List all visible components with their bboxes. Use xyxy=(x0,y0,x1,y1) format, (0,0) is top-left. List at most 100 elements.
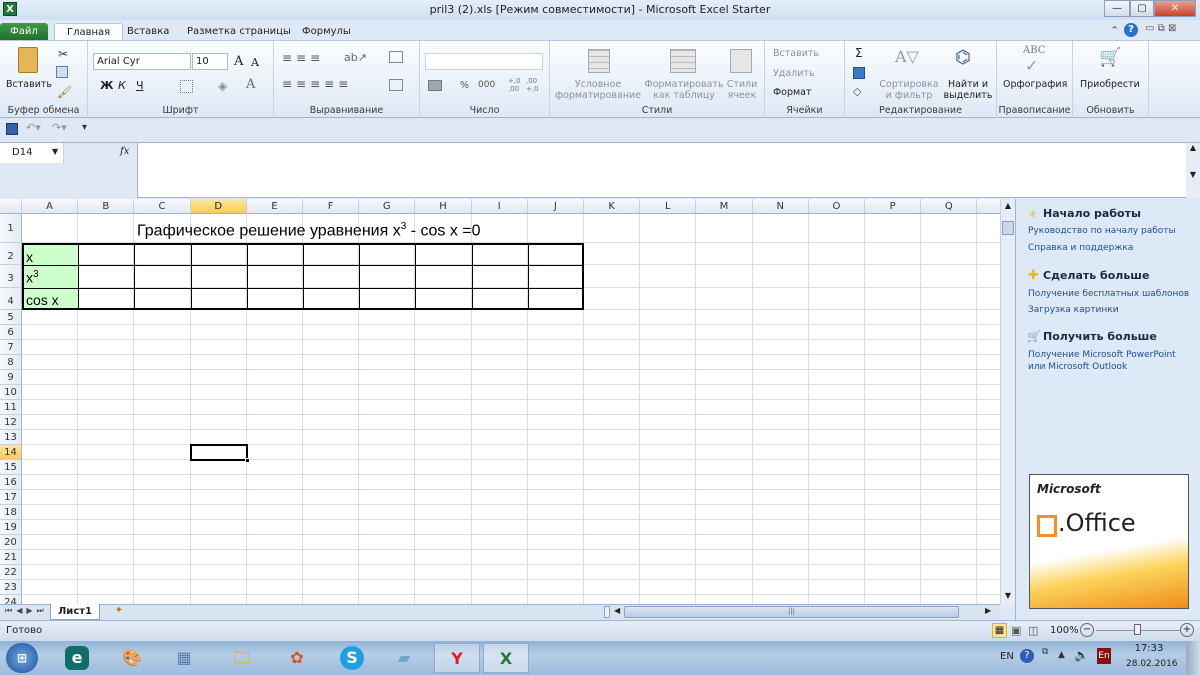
clock-date[interactable]: 28.02.2016 xyxy=(1126,659,1178,669)
shrink-font-button[interactable]: A xyxy=(251,56,259,69)
cell-C1-title[interactable]: Графическое решение уравнения x3 - cos x… xyxy=(137,221,481,240)
vertical-scrollbar[interactable]: ▲ ▼ xyxy=(1000,199,1015,604)
row-header-20[interactable]: 20 xyxy=(0,534,22,550)
fill-icon[interactable] xyxy=(853,67,865,79)
row-header-14[interactable]: 14 xyxy=(0,444,22,460)
network-tray-icon[interactable]: ⧉ xyxy=(1042,647,1048,657)
sort-filter-button[interactable]: Сортировка и фильтр xyxy=(879,79,939,101)
photo-viewer-icon[interactable]: ✿ xyxy=(275,643,319,673)
paste-button[interactable]: Вставить xyxy=(6,79,52,90)
cell-A2[interactable]: x xyxy=(26,249,33,265)
wrap-text-icon[interactable] xyxy=(389,51,403,63)
row-header-6[interactable]: 6 xyxy=(0,324,22,340)
yandex-browser-icon[interactable]: Y xyxy=(434,643,480,673)
show-desktop-button[interactable] xyxy=(1186,641,1200,675)
fill-handle[interactable] xyxy=(245,458,250,463)
paint-icon[interactable]: 🎨 xyxy=(110,643,154,673)
undo-icon[interactable]: ↶▾ xyxy=(26,121,41,134)
font-name-select[interactable]: Arial Cyr xyxy=(93,53,191,70)
cell-A4[interactable]: cos x xyxy=(26,292,59,308)
tab-formulas[interactable]: Формулы xyxy=(290,23,363,41)
row-header-10[interactable]: 10 xyxy=(0,384,22,400)
link-clipart[interactable]: Загрузка картинки xyxy=(1028,304,1119,316)
row-header-12[interactable]: 12 xyxy=(0,414,22,430)
cell-A3[interactable]: x3 xyxy=(26,269,39,286)
tab-home[interactable]: Главная xyxy=(54,23,124,41)
close-button[interactable]: ✕ xyxy=(1154,0,1196,17)
help-icon[interactable]: ? xyxy=(1124,23,1138,37)
cut-icon[interactable]: ✂ xyxy=(58,47,68,61)
volume-icon[interactable]: 🔈 xyxy=(1074,648,1089,662)
scroll-right-icon[interactable]: ▶ xyxy=(985,606,991,615)
row-header-1[interactable]: 1 xyxy=(0,214,22,243)
scroll-up-icon[interactable]: ▲ xyxy=(1002,201,1014,210)
zoom-in-button[interactable]: + xyxy=(1180,623,1194,637)
link-help-support[interactable]: Справка и поддержка xyxy=(1028,242,1133,254)
select-all-corner[interactable] xyxy=(0,199,22,214)
tab-insert[interactable]: Вставка xyxy=(115,23,181,41)
language-indicator[interactable]: EN xyxy=(1000,651,1014,662)
bold-button[interactable]: Ж xyxy=(100,79,113,92)
column-header-L[interactable]: L xyxy=(640,199,697,214)
calculator-icon[interactable]: ▦ xyxy=(162,643,206,673)
zoom-out-button[interactable]: − xyxy=(1080,623,1094,637)
explorer-icon[interactable]: 🗀 xyxy=(220,643,264,673)
row-header-15[interactable]: 15 xyxy=(0,459,22,475)
row-header-24[interactable]: 24 xyxy=(0,594,22,604)
show-hidden-icons[interactable]: ▲ xyxy=(1058,650,1065,660)
underline-button[interactable]: Ч xyxy=(136,79,144,92)
decrease-decimal-button[interactable]: ,00 +,0 xyxy=(526,77,540,93)
tab-file[interactable]: Файл xyxy=(0,23,48,41)
name-box-dropdown-icon[interactable]: ▼ xyxy=(52,147,58,156)
column-header-A[interactable]: A xyxy=(22,199,79,214)
cell-styles-button[interactable]: Стили ячеек xyxy=(722,79,762,101)
font-size-select[interactable]: 10 xyxy=(192,53,228,70)
column-header-P[interactable]: P xyxy=(865,199,922,214)
tab-page-layout[interactable]: Разметка страницы xyxy=(175,23,303,41)
number-format-select[interactable] xyxy=(425,53,543,70)
fill-color-icon[interactable]: ◈ xyxy=(218,79,227,93)
save-icon[interactable] xyxy=(6,123,18,135)
column-header-J[interactable]: J xyxy=(527,199,584,214)
vertical-align-icons[interactable]: ≡≡≡ xyxy=(282,51,324,65)
insert-cells-button[interactable]: Вставить xyxy=(773,48,819,59)
zoom-level[interactable]: 100% xyxy=(1050,625,1079,636)
active-cell-D14[interactable] xyxy=(190,444,248,461)
column-header-F[interactable]: F xyxy=(303,199,360,214)
link-get-powerpoint-outlook[interactable]: Получение Microsoft PowerPoint или Micro… xyxy=(1028,349,1193,373)
column-header-G[interactable]: G xyxy=(359,199,416,214)
formula-bar-expand-scroll[interactable]: ▲ ▼ xyxy=(1186,143,1200,198)
spreadsheet-grid[interactable]: ABCDEFGHIJKLMNOPQ 1 2 3 4 5 6 7 8 9 10 11 12 13 14 15 1… xyxy=(0,199,1000,604)
normal-view-icon[interactable]: ▦ xyxy=(992,623,1007,638)
link-getting-started[interactable]: Руководство по началу работы xyxy=(1028,225,1176,237)
find-select-button[interactable]: Найти и выделить xyxy=(941,79,995,101)
autosum-button[interactable]: Σ xyxy=(855,46,863,60)
column-header-O[interactable]: O xyxy=(808,199,865,214)
skype-icon[interactable]: S xyxy=(330,643,374,673)
workbook-window-controls-icon[interactable]: ▭ ⧉ ⊠ xyxy=(1145,23,1176,34)
format-painter-icon[interactable]: 🖌 xyxy=(57,85,72,99)
column-header-partial[interactable] xyxy=(977,199,1000,214)
insert-function-button[interactable]: fx xyxy=(120,146,129,157)
scroll-down-icon[interactable]: ▼ xyxy=(1002,591,1014,600)
row-header-21[interactable]: 21 xyxy=(0,549,22,565)
column-header-E[interactable]: E xyxy=(246,199,303,214)
column-header-I[interactable]: I xyxy=(471,199,528,214)
thousands-button[interactable]: 000 xyxy=(478,80,495,90)
keyboard-layout-icon[interactable]: En xyxy=(1097,648,1111,664)
merge-cells-icon[interactable] xyxy=(389,79,403,91)
notepad-icon[interactable]: ▰ xyxy=(382,643,426,673)
excel-taskbar-icon[interactable]: X xyxy=(483,643,529,673)
column-header-C[interactable]: C xyxy=(134,199,191,214)
row-header-11[interactable]: 11 xyxy=(0,399,22,415)
customize-toolbar-icon[interactable]: ▾ xyxy=(82,122,87,133)
row-header-8[interactable]: 8 xyxy=(0,354,22,370)
currency-icon[interactable] xyxy=(428,80,442,91)
percent-button[interactable]: % xyxy=(460,80,469,91)
column-header-D[interactable]: D xyxy=(190,199,247,214)
column-header-N[interactable]: N xyxy=(752,199,809,214)
horizontal-align-icons[interactable]: ≡≡≡≡≡ xyxy=(282,77,352,91)
row-header-18[interactable]: 18 xyxy=(0,504,22,520)
column-header-H[interactable]: H xyxy=(415,199,472,214)
format-cells-button[interactable]: Формат xyxy=(773,87,812,98)
